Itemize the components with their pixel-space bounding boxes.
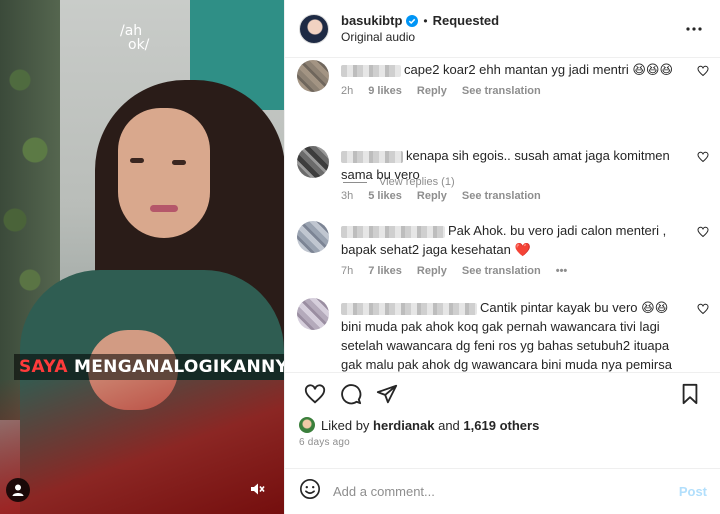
comment-item: kenapa sih egois.. susah amat jaga komit…	[297, 146, 709, 202]
bookmark-icon[interactable]	[672, 376, 708, 412]
reply-button[interactable]: Reply	[417, 85, 447, 97]
likes-summary: Liked by herdianak and 1,619 others	[285, 414, 720, 436]
commenter-name[interactable]	[341, 225, 445, 238]
see-translation-button[interactable]: See translation	[462, 190, 541, 202]
comment-composer: Post	[285, 468, 720, 514]
heart-icon[interactable]	[697, 225, 709, 243]
watermark-line: ok/	[128, 37, 150, 53]
commenter-name[interactable]	[341, 64, 401, 77]
see-translation-button[interactable]: See translation	[462, 265, 541, 277]
comment-time: 3h	[341, 190, 354, 202]
comment-likes[interactable]: 5 likes	[368, 190, 402, 202]
comment-text-wrap: cape2 koar2 ehh mantan yg jadi mentri 😆😆…	[341, 60, 681, 79]
more-options-icon[interactable]	[682, 26, 706, 31]
commenter-avatar[interactable]	[297, 146, 329, 178]
comment-text-wrap: kenapa sih egois.. susah amat jaga komit…	[341, 146, 681, 184]
commenter-avatar[interactable]	[297, 298, 329, 330]
comment-likes[interactable]: 7 likes	[368, 265, 402, 277]
comment-likes[interactable]: 9 likes	[368, 85, 402, 97]
heart-icon[interactable]	[697, 150, 709, 168]
post-timestamp[interactable]: 6 days ago	[285, 436, 720, 454]
verified-badge-icon	[406, 14, 419, 27]
comment-text-wrap: Cantik pintar kayak bu vero 😆😆 bini muda…	[341, 298, 681, 372]
like-heart-icon[interactable]	[297, 376, 333, 412]
post-actions	[285, 372, 720, 414]
liked-by-and: and	[438, 417, 460, 433]
original-audio-link[interactable]: Original audio	[341, 30, 682, 44]
comment-item: cape2 koar2 ehh mantan yg jadi mentri 😆😆…	[297, 60, 709, 97]
caption-rest: MENGANALOGIKANNYA ITU	[74, 357, 284, 377]
liked-by-prefix: Liked by	[321, 417, 370, 433]
follow-status-button[interactable]: Requested	[433, 13, 499, 28]
separator-dot: •	[423, 13, 428, 28]
comment-text-wrap: Pak Ahok. bu vero jadi calon menteri , b…	[341, 221, 681, 259]
video-caption: SAYA MENGANALOGIKANNYA ITU	[14, 354, 284, 380]
liker-avatar[interactable]	[299, 417, 315, 433]
author-username[interactable]: basukibtp	[341, 13, 402, 28]
post-header: basukibtp • Requested Original audio	[285, 0, 720, 58]
speaker-muted-icon[interactable]	[244, 476, 270, 502]
comments-list[interactable]: cape2 koar2 ehh mantan yg jadi mentri 😆😆…	[285, 58, 720, 372]
comment-item: Cantik pintar kayak bu vero 😆😆 bini muda…	[297, 298, 709, 372]
commenter-name[interactable]	[341, 302, 477, 315]
heart-icon[interactable]	[697, 302, 709, 320]
liker-username[interactable]: herdianak	[373, 418, 434, 433]
reply-button[interactable]: Reply	[417, 265, 447, 277]
commenter-avatar[interactable]	[297, 221, 329, 253]
video-player[interactable]: /ah ok/ SAYA MENGANALOGIKANNYA ITU	[0, 0, 284, 514]
person-eye	[172, 160, 186, 165]
comment-bubble-icon[interactable]	[333, 376, 369, 412]
post-button[interactable]: Post	[679, 484, 707, 499]
comment-item: Pak Ahok. bu vero jadi calon menteri , b…	[297, 221, 709, 277]
background-plant	[0, 40, 55, 300]
see-translation-button[interactable]: See translation	[462, 85, 541, 97]
comment-time: 2h	[341, 85, 354, 97]
commenter-avatar[interactable]	[297, 60, 329, 92]
caption-text: SAYA MENGANALOGIKANNYA ITU	[19, 357, 284, 377]
red-overlay	[0, 380, 284, 514]
post-dialog: /ah ok/ SAYA MENGANALOGIKANNYA ITU basuk…	[0, 0, 720, 514]
comment-time: 7h	[341, 265, 354, 277]
person-eye	[130, 158, 144, 163]
likes-count[interactable]: 1,619 others	[463, 418, 539, 433]
caption-highlight: SAYA	[19, 357, 68, 377]
emoji-icon[interactable]	[299, 478, 321, 505]
commenter-name[interactable]	[341, 150, 403, 163]
comment-text: cape2 koar2 ehh mantan yg jadi mentri 😆😆…	[404, 62, 674, 77]
author-avatar[interactable]	[299, 13, 329, 44]
heart-icon[interactable]	[697, 64, 709, 82]
channel-watermark: /ah ok/	[120, 24, 149, 52]
share-send-icon[interactable]	[369, 376, 405, 412]
post-sidebar: basukibtp • Requested Original audio cap…	[284, 0, 720, 514]
person-face	[118, 108, 210, 238]
comment-more-icon[interactable]: •••	[556, 265, 568, 277]
user-icon[interactable]	[6, 478, 30, 502]
person-mouth	[150, 205, 178, 212]
author-meta: basukibtp • Requested Original audio	[341, 13, 682, 44]
reply-button[interactable]: Reply	[417, 190, 447, 202]
comment-input[interactable]	[333, 484, 679, 499]
watermark-line: /ah	[120, 23, 143, 39]
